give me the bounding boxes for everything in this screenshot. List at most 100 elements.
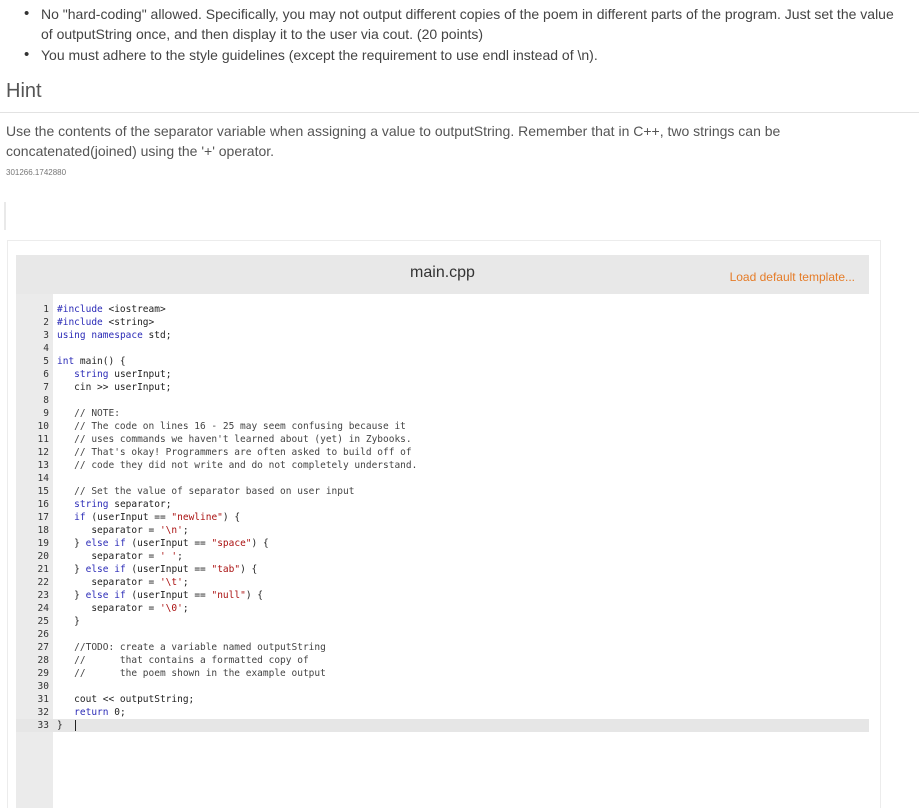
hint-id: 301266.1742880 [6,168,67,177]
code-line[interactable]: 25 } [16,615,869,628]
text-cursor [75,720,76,731]
code-text[interactable]: separator = '\n'; [57,524,188,537]
line-number: 12 [37,447,49,458]
line-number: 18 [37,525,49,536]
line-number: 16 [37,499,49,510]
code-lines[interactable]: 1 #include <iostream> 2 #include <string> 3 u… [16,303,869,732]
hint-title: Hint [6,80,42,102]
code-line[interactable]: 10 // The code on lines 16 - 25 may seem… [16,420,869,433]
instruction-item-hardcoding: No "hard-coding" allowed. Specifically, … [22,4,902,44]
code-text[interactable]: } [57,615,80,628]
code-line[interactable]: 9 // NOTE: [16,407,869,420]
code-line[interactable]: 24 separator = '\0'; [16,602,869,615]
code-line[interactable]: 17 if (userInput == "newline") { [16,511,869,524]
code-line[interactable]: 13 // code they did not write and do not… [16,459,869,472]
code-text[interactable]: string userInput; [57,368,171,381]
line-number: 22 [37,577,49,588]
editor-header: main.cpp Load default template... [16,255,869,294]
code-text[interactable]: } else if (userInput == "null") { [57,589,263,602]
code-text[interactable]: //TODO: create a variable named outputSt… [57,641,326,654]
code-line[interactable]: 15 // Set the value of separator based o… [16,485,869,498]
code-text[interactable]: // code they did not write and do not co… [57,459,417,472]
code-text[interactable]: // Set the value of separator based on u… [57,485,354,498]
code-line[interactable]: 14 [16,472,869,485]
code-text[interactable]: if (userInput == "newline") { [57,511,240,524]
code-line[interactable]: 12 // That's okay! Programmers are often… [16,446,869,459]
code-line[interactable]: 20 separator = ' '; [16,550,869,563]
code-line[interactable]: 28 // that contains a formatted copy of [16,654,869,667]
line-number: 27 [37,642,49,653]
code-text[interactable]: } else if (userInput == "space") { [57,537,269,550]
hint-text: Use the contents of the separator variab… [6,123,781,159]
line-number: 11 [37,434,49,445]
line-number: 13 [37,460,49,471]
line-number: 20 [37,551,49,562]
code-line[interactable]: 31 cout << outputString; [16,693,869,706]
code-line[interactable]: 16 string separator; [16,498,869,511]
line-number: 31 [37,694,49,705]
code-line[interactable]: 21 } else if (userInput == "tab") { [16,563,869,576]
line-number: 19 [37,538,49,549]
code-text[interactable]: // the poem shown in the example output [57,667,326,680]
code-line[interactable]: 19 } else if (userInput == "space") { [16,537,869,550]
code-line[interactable]: 8 [16,394,869,407]
line-number: 3 [43,330,49,341]
code-text[interactable]: separator = '\0'; [57,602,188,615]
code-text[interactable]: return 0; [57,706,126,719]
line-number: 14 [37,473,49,484]
code-text[interactable]: // that contains a formatted copy of [57,654,309,667]
line-number: 9 [43,408,49,419]
code-line[interactable]: 3 using namespace std; [16,329,869,342]
code-text[interactable]: } else if (userInput == "tab") { [57,563,257,576]
code-text[interactable]: cin >> userInput; [57,381,171,394]
line-number: 29 [37,668,49,679]
line-number: 28 [37,655,49,666]
code-line[interactable]: 1 #include <iostream> [16,303,869,316]
code-line[interactable]: 5 int main() { [16,355,869,368]
line-number: 5 [43,356,49,367]
line-number: 15 [37,486,49,497]
code-line[interactable]: 33} [16,719,869,732]
code-text[interactable]: // The code on lines 16 - 25 may seem co… [57,420,406,433]
code-line[interactable]: 32 return 0; [16,706,869,719]
code-text[interactable]: // uses commands we haven't learned abou… [57,433,411,446]
line-number: 2 [43,317,49,328]
card-border-right [880,240,881,808]
load-default-template-button[interactable]: Load default template... [730,270,855,284]
code-text[interactable]: // That's okay! Programmers are often as… [57,446,411,459]
divider [0,112,919,113]
code-line[interactable]: 22 separator = '\t'; [16,576,869,589]
code-line[interactable]: 23 } else if (userInput == "null") { [16,589,869,602]
line-number: 24 [37,603,49,614]
code-line[interactable]: 30 [16,680,869,693]
code-line[interactable]: 27 //TODO: create a variable named outpu… [16,641,869,654]
code-text[interactable]: cout << outputString; [57,693,194,706]
line-number: 17 [37,512,49,523]
code-line[interactable]: 29 // the poem shown in the example outp… [16,667,869,680]
code-text[interactable]: #include <iostream> [57,303,166,316]
instruction-list: No "hard-coding" allowed. Specifically, … [22,4,902,65]
code-line[interactable]: 7 cin >> userInput; [16,381,869,394]
code-line[interactable]: 4 [16,342,869,355]
code-text[interactable]: using namespace std; [57,329,171,342]
code-text[interactable]: int main() { [57,355,126,368]
card-border-top [7,240,881,241]
code-line[interactable]: 18 separator = '\n'; [16,524,869,537]
code-text[interactable]: #include <string> [57,316,154,329]
code-text[interactable]: // NOTE: [57,407,120,420]
code-text[interactable]: string separator; [57,498,171,511]
line-number: 30 [37,681,49,692]
code-text[interactable]: } [57,719,63,732]
code-line[interactable]: 26 [16,628,869,641]
code-text[interactable]: separator = '\t'; [57,576,188,589]
line-number: 1 [43,304,49,315]
code-line[interactable]: 11 // uses commands we haven't learned a… [16,433,869,446]
code-text[interactable]: separator = ' '; [57,550,183,563]
code-line[interactable]: 2 #include <string> [16,316,869,329]
line-number: 7 [43,382,49,393]
line-number: 25 [37,616,49,627]
code-line[interactable]: 6 string userInput; [16,368,869,381]
line-number: 6 [43,369,49,380]
card-border-left [7,240,8,808]
line-number: 10 [37,421,49,432]
